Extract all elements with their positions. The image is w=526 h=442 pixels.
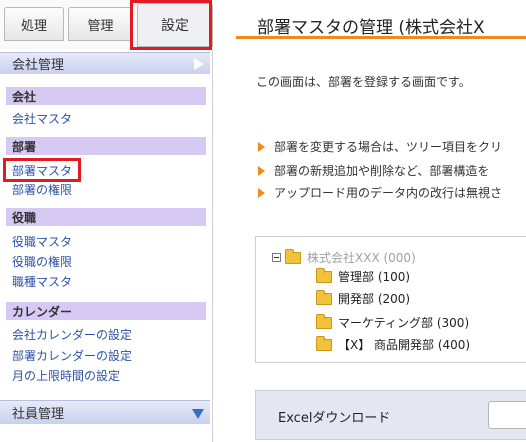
link-company-calendar[interactable]: 会社カレンダーの設定	[12, 326, 132, 343]
folder-icon	[316, 313, 332, 329]
tree-node-label: マーケティング部 (300)	[338, 316, 470, 330]
tab-management[interactable]: 管理	[68, 7, 133, 41]
employee-management-label: 社員管理	[12, 407, 65, 422]
tab-processing[interactable]: 処理	[4, 7, 64, 41]
tree-node-label: 【X】 商品開発部 (400)	[338, 338, 471, 352]
excel-download-label: Excelダウンロード	[278, 411, 391, 426]
tree-node[interactable]: 管理部 (100)	[316, 267, 411, 285]
department-tree: 株式会社XXX (000) 管理部 (100) 開発部 (200) マーケティン…	[255, 236, 526, 363]
settings-tab-highlight	[130, 0, 212, 50]
tree-root-label: 株式会社XXX (000)	[307, 251, 416, 265]
link-department-permissions[interactable]: 部署の権限	[12, 181, 72, 198]
page-description: この画面は、部署を登録する画面です。	[256, 75, 471, 89]
excel-download-button[interactable]	[488, 401, 526, 429]
tree-node[interactable]: 開発部 (200)	[316, 289, 411, 307]
page-title: 部署マスタの管理 (株式会社X	[257, 18, 485, 38]
main-content: 部署マスタの管理 (株式会社X この画面は、部署を登録する画面です。 部署を変更…	[214, 0, 526, 442]
note-2: 部署の新規追加や削除など、部署構造を	[274, 164, 490, 178]
section-calendar: カレンダー	[6, 302, 206, 320]
department-master-highlight	[3, 158, 81, 182]
folder-icon	[316, 289, 332, 305]
tree-node[interactable]: 【X】 商品開発部 (400)	[316, 335, 471, 353]
tree-node[interactable]: マーケティング部 (300)	[316, 313, 470, 331]
link-company-master[interactable]: 会社マスタ	[12, 110, 72, 127]
arrow-down-icon	[192, 409, 204, 419]
collapse-icon[interactable]	[272, 253, 281, 262]
section-position: 役職	[6, 208, 206, 226]
sidebar: 処理 管理 設定 会社管理 会社 会社マスタ 部署 部署マスタ 部署の権限 役職…	[0, 0, 213, 442]
link-job-type-master[interactable]: 職種マスタ	[12, 273, 72, 290]
note-3: アップロード用のデータ内の改行は無視さ	[274, 186, 503, 200]
folder-icon	[316, 267, 332, 283]
company-management-header[interactable]: 会社管理	[0, 52, 210, 74]
tree-root[interactable]: 株式会社XXX (000)	[272, 248, 416, 266]
arrow-right-icon	[194, 58, 204, 70]
bullet-icon	[258, 166, 265, 176]
employee-management-header[interactable]: 社員管理	[0, 400, 210, 424]
tree-node-label: 開発部 (200)	[338, 292, 411, 306]
bullet-icon	[258, 188, 265, 198]
link-position-permissions[interactable]: 役職の権限	[12, 253, 72, 270]
link-monthly-limit[interactable]: 月の上限時間の設定	[12, 367, 120, 384]
section-company: 会社	[6, 87, 206, 105]
note-1: 部署を変更する場合は、ツリー項目をクリ	[274, 140, 503, 154]
top-tabs: 処理 管理 設定	[0, 0, 213, 50]
folder-icon	[285, 248, 301, 264]
bullet-icon	[258, 142, 265, 152]
link-position-master[interactable]: 役職マスタ	[12, 233, 72, 250]
company-management-label: 会社管理	[12, 58, 65, 73]
section-department: 部署	[6, 137, 206, 155]
excel-download-bar: Excelダウンロード	[255, 390, 526, 440]
folder-icon	[316, 335, 332, 351]
link-department-calendar[interactable]: 部署カレンダーの設定	[12, 347, 132, 364]
tree-node-label: 管理部 (100)	[338, 270, 411, 284]
title-underline	[236, 36, 526, 39]
